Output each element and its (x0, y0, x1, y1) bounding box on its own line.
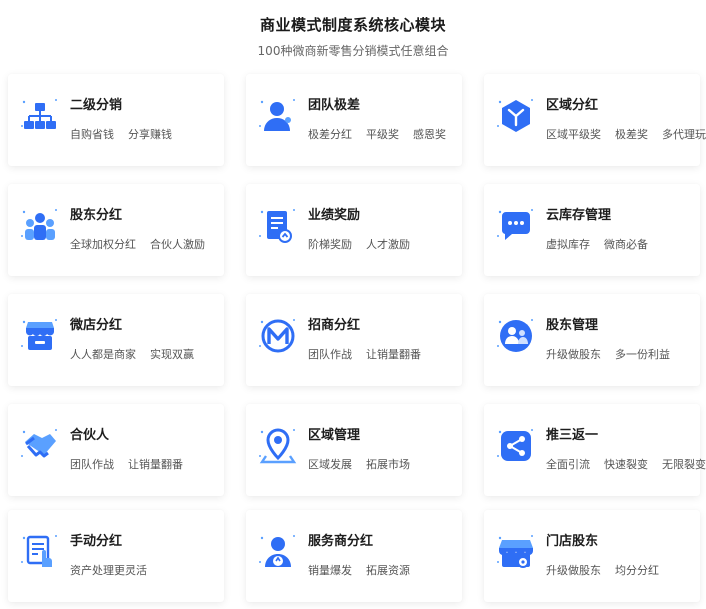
store-icon (20, 316, 60, 356)
module-feature-tag: 让销量翻番 (366, 348, 421, 361)
module-feature-tag: 实现双赢 (150, 348, 194, 361)
module-title: 手动分红 (70, 534, 123, 549)
module-description: 团队作战 让销量翻番 (70, 456, 183, 472)
module-title: 合伙人 (70, 428, 110, 443)
module-description: 区域平级奖 极差奖 多代理玩法 (546, 126, 706, 142)
module-feature-tag: 全面引流 (546, 458, 590, 471)
module-description: 虚拟库存 微商必备 (546, 236, 648, 252)
module-description: 全面引流 快速裂变 无限裂变 (546, 456, 706, 472)
group-icon (20, 206, 60, 246)
module-feature-tag: 团队作战 (308, 348, 352, 361)
module-feature-tag: 微商必备 (604, 238, 648, 251)
module-description: 区域发展 拓展市场 (308, 456, 410, 472)
module-description: 资产处理更灵活 (70, 562, 147, 578)
module-feature-tag: 人人都是商家 (70, 348, 136, 361)
module-card[interactable]: 股东管理升级做股东 多一份利益 (484, 294, 700, 386)
service-person-icon (258, 532, 298, 572)
module-title: 区域管理 (308, 428, 361, 443)
module-feature-tag: 让销量翻番 (128, 458, 183, 471)
module-feature-tag: 多代理玩法 (662, 128, 706, 141)
module-feature-tag: 资产处理更灵活 (70, 564, 147, 577)
module-grid: 二级分销自购省钱 分享赚钱 团队极差极差分红 平级奖 感恩奖 区域分红区域平级奖 极差奖 多代… (8, 74, 706, 606)
module-feature-tag: 区域平级奖 (546, 128, 601, 141)
module-feature-tag: 无限裂变 (662, 458, 706, 471)
module-feature-tag: 快速裂变 (604, 458, 648, 471)
location-pin-icon (258, 426, 298, 466)
module-title: 招商分红 (308, 318, 361, 333)
module-feature-tag: 自购省钱 (70, 128, 114, 141)
module-title: 股东分红 (70, 208, 123, 223)
module-feature-tag: 极差奖 (615, 128, 648, 141)
module-feature-tag: 人才激励 (366, 238, 410, 251)
module-description: 极差分红 平级奖 感恩奖 (308, 126, 446, 142)
module-feature-tag: 拓展资源 (366, 564, 410, 577)
module-title: 团队极差 (308, 98, 361, 113)
m-logo-icon (258, 316, 298, 356)
module-title: 微店分红 (70, 318, 123, 333)
module-card[interactable]: 二级分销自购省钱 分享赚钱 (8, 74, 224, 166)
person-icon (258, 96, 298, 136)
module-feature-tag: 感恩奖 (413, 128, 446, 141)
module-feature-tag: 全球加权分红 (70, 238, 136, 251)
module-card[interactable]: 手动分红资产处理更灵活 (8, 510, 224, 602)
module-title: 二级分销 (70, 98, 123, 113)
module-description: 全球加权分红 合伙人激励 (70, 236, 205, 252)
module-card[interactable]: 微店分红人人都是商家 实现双赢 (8, 294, 224, 386)
module-description: 升级做股东 均分分红 (546, 562, 659, 578)
document-icon (258, 206, 298, 246)
module-feature-tag: 极差分红 (308, 128, 352, 141)
module-card[interactable]: 团队极差极差分红 平级奖 感恩奖 (246, 74, 462, 166)
module-title: 推三返一 (546, 428, 599, 443)
module-feature-tag: 升级做股东 (546, 348, 601, 361)
module-title: 门店股东 (546, 534, 599, 549)
cube-icon (496, 96, 536, 136)
module-card[interactable]: 推三返一全面引流 快速裂变 无限裂变 (484, 404, 706, 496)
module-card[interactable]: 门店股东升级做股东 均分分红 (484, 510, 700, 602)
module-feature-tag: 多一份利益 (615, 348, 670, 361)
users-circle-icon (496, 316, 536, 356)
module-card[interactable]: 合伙人团队作战 让销量翻番 (8, 404, 224, 496)
chat-bubble-icon (496, 206, 536, 246)
shop-icon (496, 532, 536, 572)
hand-document-icon (20, 532, 60, 572)
module-title: 服务商分红 (308, 534, 374, 549)
handshake-icon (20, 426, 60, 466)
module-description: 阶梯奖励 人才激励 (308, 236, 410, 252)
module-feature-tag: 均分分红 (615, 564, 659, 577)
hierarchy-icon (20, 96, 60, 136)
module-feature-tag: 拓展市场 (366, 458, 410, 471)
module-description: 自购省钱 分享赚钱 (70, 126, 172, 142)
module-feature-tag: 阶梯奖励 (308, 238, 352, 251)
module-feature-tag: 销量爆发 (308, 564, 352, 577)
page-title: 商业模式制度系统核心模块 (259, 16, 446, 34)
module-feature-tag: 虚拟库存 (546, 238, 590, 251)
module-title: 区域分红 (546, 98, 599, 113)
module-title: 业绩奖励 (308, 208, 361, 223)
module-card[interactable]: 云库存管理虚拟库存 微商必备 (484, 184, 700, 276)
module-title: 股东管理 (546, 318, 599, 333)
module-feature-tag: 团队作战 (70, 458, 114, 471)
module-title: 云库存管理 (546, 208, 612, 223)
module-feature-tag: 升级做股东 (546, 564, 601, 577)
module-description: 升级做股东 多一份利益 (546, 346, 670, 362)
module-description: 人人都是商家 实现双赢 (70, 346, 194, 362)
module-feature-tag: 平级奖 (366, 128, 399, 141)
share-icon (496, 426, 536, 466)
module-card[interactable]: 区域管理区域发展 拓展市场 (246, 404, 462, 496)
module-feature-tag: 区域发展 (308, 458, 352, 471)
module-description: 销量爆发 拓展资源 (308, 562, 410, 578)
module-card[interactable]: 招商分红团队作战 让销量翻番 (246, 294, 462, 386)
module-card[interactable]: 服务商分红销量爆发 拓展资源 (246, 510, 462, 602)
module-card[interactable]: 业绩奖励阶梯奖励 人才激励 (246, 184, 462, 276)
module-card[interactable]: 区域分红区域平级奖 极差奖 多代理玩法 (484, 74, 706, 166)
module-feature-tag: 合伙人激励 (150, 238, 205, 251)
module-description: 团队作战 让销量翻番 (308, 346, 421, 362)
page-subtitle: 100种微商新零售分销模式任意组合 (257, 44, 449, 58)
module-card[interactable]: 股东分红全球加权分红 合伙人激励 (8, 184, 224, 276)
module-feature-tag: 分享赚钱 (128, 128, 172, 141)
